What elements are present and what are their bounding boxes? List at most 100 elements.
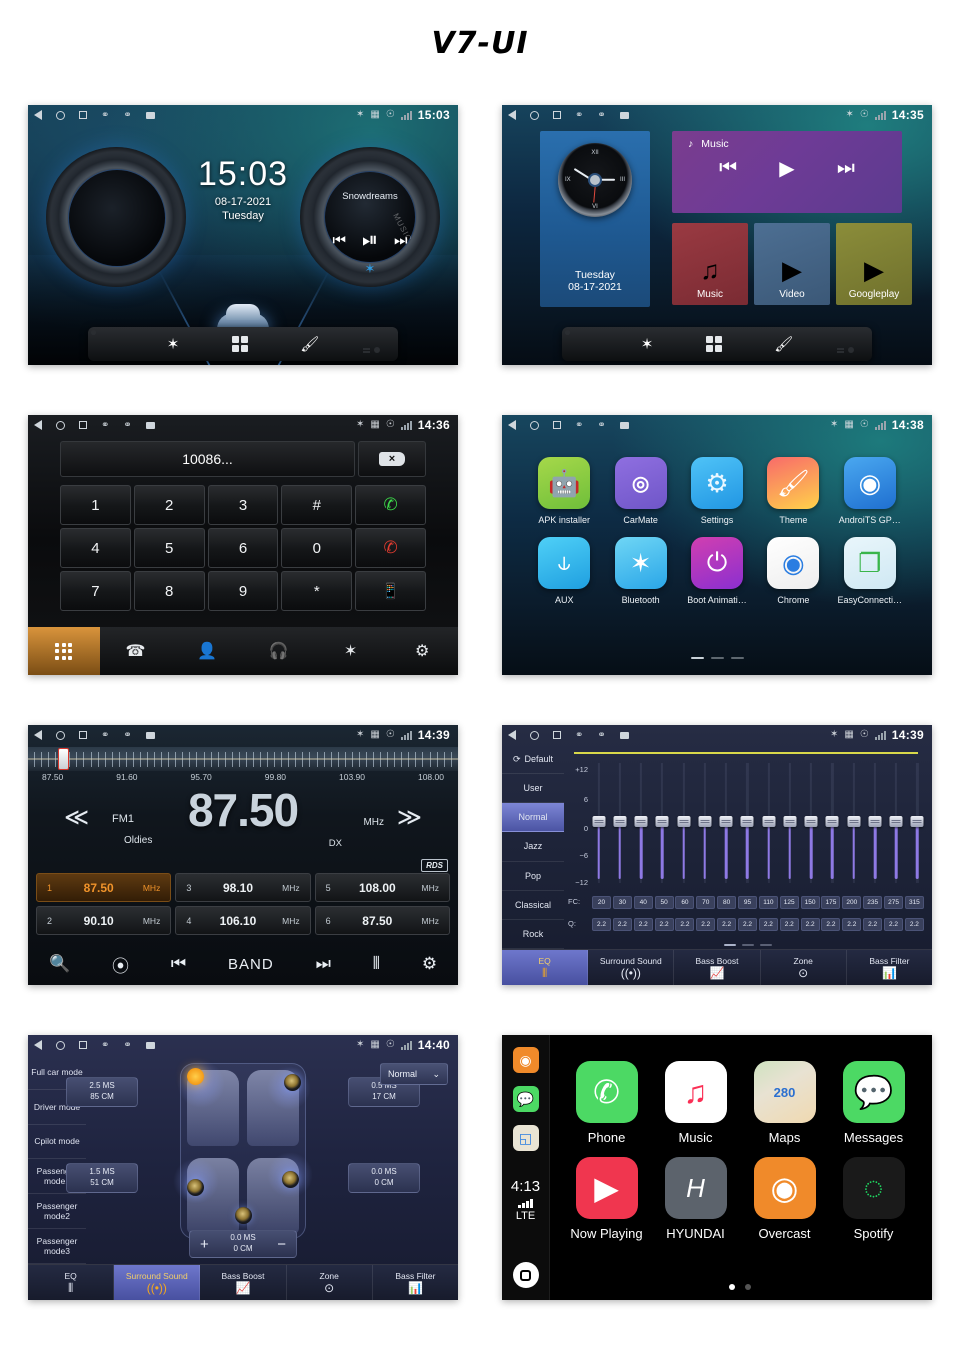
- tuning-cursor[interactable]: [58, 748, 69, 770]
- messages-mini-icon[interactable]: 💬: [512, 1086, 539, 1112]
- q-value[interactable]: 2.2: [884, 918, 904, 931]
- eq-slider[interactable]: [655, 763, 669, 883]
- home-icon[interactable]: [56, 1040, 65, 1050]
- equalizer-icon[interactable]: ⫴: [373, 954, 380, 974]
- delay-rear-right[interactable]: 0.0 MS 0 CM: [348, 1163, 420, 1193]
- q-value[interactable]: 2.2: [717, 918, 737, 931]
- frequency-scale[interactable]: [28, 747, 458, 771]
- q-value[interactable]: 2.2: [758, 918, 778, 931]
- clock-tile[interactable]: XII III VI IX Tuesday 08-17-2021: [540, 131, 650, 307]
- preset-3[interactable]: 3 98.10 MHz: [175, 873, 311, 902]
- q-value[interactable]: 2.2: [612, 918, 632, 931]
- eq-preset-user[interactable]: User: [502, 774, 564, 804]
- eq-slider[interactable]: [847, 763, 861, 883]
- backspace-button[interactable]: [358, 441, 426, 477]
- tab-bass-filter[interactable]: Bass Filter 📊: [373, 1265, 458, 1300]
- key-3[interactable]: 3: [207, 485, 279, 525]
- mode-cpilot[interactable]: Cpilot mode: [28, 1125, 86, 1160]
- tab-surround-sound[interactable]: Surround Sound ((•)): [588, 950, 675, 985]
- fc-value[interactable]: 40: [633, 896, 653, 909]
- media-knob[interactable]: Snowdreams MUSIC ⏮ ⏯ ⏭ ✶: [300, 147, 440, 287]
- recents-icon[interactable]: [553, 111, 561, 119]
- recents-icon[interactable]: [79, 421, 87, 429]
- carplay-app-music[interactable]: ♫ Music: [651, 1061, 740, 1145]
- recents-icon[interactable]: [79, 111, 87, 119]
- eq-preset-normal[interactable]: Normal: [502, 803, 564, 833]
- app-bluetooth[interactable]: ✶ Bluetooth: [602, 537, 678, 605]
- app-boot-animation[interactable]: ⏻ Boot Animati…: [679, 537, 755, 605]
- call-button[interactable]: ✆: [355, 485, 426, 525]
- fc-value[interactable]: 150: [800, 896, 820, 909]
- tab-zone[interactable]: Zone ⊙: [287, 1265, 373, 1300]
- app-aux[interactable]: ⫝ AUX: [526, 537, 602, 605]
- q-value[interactable]: 2.2: [633, 918, 653, 931]
- dialed-number-field[interactable]: 10086...: [60, 441, 355, 477]
- q-value[interactable]: 2.2: [738, 918, 758, 931]
- key-hash[interactable]: #: [281, 485, 353, 525]
- broadcast-icon[interactable]: ⦿: [112, 952, 129, 977]
- recents-icon[interactable]: [553, 731, 561, 739]
- eq-slider[interactable]: [825, 763, 839, 883]
- eq-slider[interactable]: [889, 763, 903, 883]
- key-0[interactable]: 0: [281, 528, 353, 568]
- fc-value[interactable]: 80: [717, 896, 737, 909]
- back-icon[interactable]: [34, 730, 42, 740]
- tab-bass-filter[interactable]: Bass Filter 📊: [847, 950, 932, 985]
- key-1[interactable]: 1: [60, 485, 131, 525]
- eq-slider[interactable]: [783, 763, 797, 883]
- page-dot[interactable]: [710, 656, 724, 659]
- volume-knob[interactable]: [46, 147, 186, 287]
- fc-value[interactable]: 50: [654, 896, 674, 909]
- key-7[interactable]: 7: [60, 571, 131, 611]
- preset-1[interactable]: 1 87.50 MHz: [36, 873, 172, 902]
- fc-value[interactable]: 200: [842, 896, 862, 909]
- carplay-app-now-playing[interactable]: ▶ Now Playing: [562, 1157, 651, 1241]
- recents-icon[interactable]: [79, 1041, 87, 1049]
- key-star[interactable]: *: [281, 571, 353, 611]
- carplay-app-maps[interactable]: 280 Maps: [740, 1061, 829, 1145]
- home-icon[interactable]: [530, 110, 539, 120]
- delay-front-left[interactable]: 2.5 MS 85 CM: [66, 1077, 138, 1107]
- end-call-button[interactable]: ✆: [355, 528, 426, 568]
- page-dot[interactable]: [745, 1284, 751, 1290]
- fc-value[interactable]: 235: [863, 896, 883, 909]
- eq-slider[interactable]: [698, 763, 712, 883]
- eq-preset-jazz[interactable]: Jazz: [502, 832, 564, 862]
- carplay-app-overcast[interactable]: ◉ Overcast: [740, 1157, 829, 1241]
- recents-icon[interactable]: [553, 421, 561, 429]
- mode-passenger-3[interactable]: Passenger mode3: [28, 1229, 86, 1264]
- eq-slider[interactable]: [740, 763, 754, 883]
- dock-theme-button[interactable]: 🖌: [774, 337, 793, 352]
- home-icon[interactable]: [56, 110, 65, 120]
- app-carmate[interactable]: ◎ CarMate: [602, 457, 678, 525]
- app-apk-installer[interactable]: 🤖 APK installer: [526, 457, 602, 525]
- fc-value[interactable]: 315: [904, 896, 924, 909]
- tab-bass-boost[interactable]: Bass Boost 📈: [200, 1265, 287, 1300]
- back-icon[interactable]: [508, 420, 516, 430]
- home-icon[interactable]: [56, 420, 65, 430]
- prev-track-icon[interactable]: ⏮: [332, 232, 346, 249]
- prev-track-icon[interactable]: ⏮: [171, 954, 186, 974]
- eq-slider[interactable]: [762, 763, 776, 883]
- carplay-app-hyundai[interactable]: H HYUNDAI: [651, 1157, 740, 1241]
- dock-apps-button[interactable]: [231, 336, 248, 352]
- fc-value[interactable]: 95: [738, 896, 758, 909]
- mode-passenger-2[interactable]: Passenger mode2: [28, 1194, 86, 1230]
- nav-call-log[interactable]: ☎: [100, 641, 172, 661]
- home-icon[interactable]: [530, 730, 539, 740]
- next-track-icon[interactable]: ⏭: [316, 954, 331, 974]
- key-4[interactable]: 4: [60, 528, 131, 568]
- tab-zone[interactable]: Zone ⊙: [761, 950, 847, 985]
- q-value[interactable]: 2.2: [821, 918, 841, 931]
- preset-6[interactable]: 6 87.50 MHz: [314, 906, 450, 935]
- fc-value[interactable]: 20: [592, 896, 611, 909]
- eq-preset-pop[interactable]: Pop: [502, 862, 564, 891]
- dock-apps-button[interactable]: [705, 336, 722, 352]
- app-androits-gps[interactable]: ◉ AndroiTS GP…: [832, 457, 908, 525]
- app-chrome[interactable]: ◉ Chrome: [755, 537, 831, 605]
- next-track-icon[interactable]: ⏭: [837, 157, 855, 180]
- nav-bt-music[interactable]: 🎧: [243, 641, 315, 661]
- prev-track-icon[interactable]: ⏮: [719, 157, 737, 180]
- band-button[interactable]: BAND: [228, 956, 274, 973]
- fc-value[interactable]: 60: [675, 896, 695, 909]
